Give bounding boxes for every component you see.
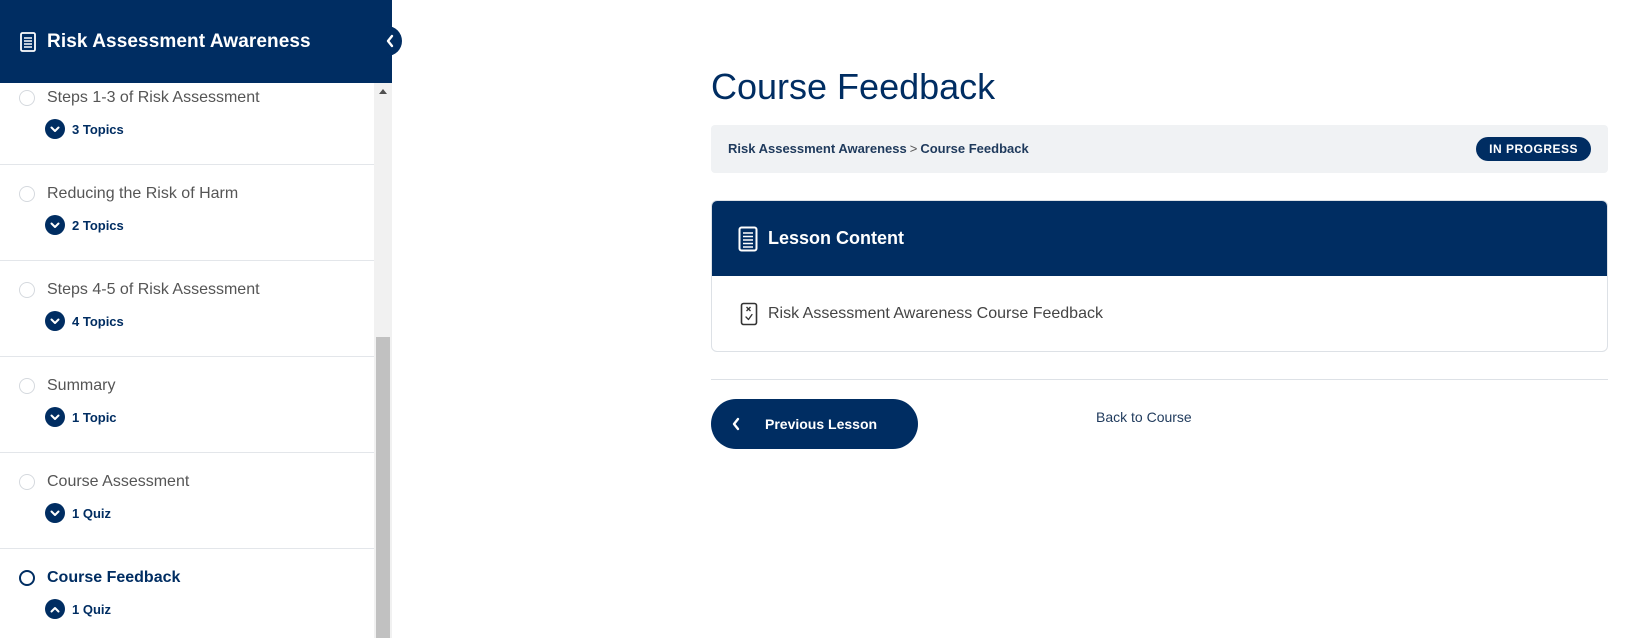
lesson-list: Steps 1-3 of Risk Assessment 3 Topics Re… (0, 83, 374, 638)
topics-toggle[interactable]: 1 Topic (45, 407, 117, 427)
lesson-row[interactable]: Course Assessment (19, 473, 189, 491)
lesson-item[interactable]: Steps 1-3 of Risk Assessment 3 Topics (0, 83, 374, 165)
back-to-course-link[interactable]: Back to Course (1096, 409, 1192, 425)
lesson-label[interactable]: Steps 1-3 of Risk Assessment (47, 89, 260, 107)
chevron-down-icon (45, 311, 65, 331)
lesson-label[interactable]: Summary (47, 377, 115, 395)
scroll-up-arrow-icon[interactable] (374, 83, 392, 100)
collapse-sidebar-button[interactable] (377, 26, 402, 56)
chevron-down-icon (45, 503, 65, 523)
topics-count: 3 Topics (72, 121, 124, 137)
breadcrumb-bar: Risk Assessment Awareness > Course Feedbac… (711, 125, 1608, 173)
lesson-status-radio (19, 378, 35, 394)
chevron-left-icon (386, 34, 393, 48)
lesson-status-radio (19, 570, 35, 586)
lesson-content-title: Lesson Content (768, 228, 905, 248)
document-icon (738, 226, 758, 251)
lesson-row[interactable]: Reducing the Risk of Harm (19, 185, 238, 203)
course-sidebar: Risk Assessment Awareness Steps 1-3 of R… (0, 0, 402, 638)
lesson-content-item-label[interactable]: Risk Assessment Awareness Course Feedbac… (768, 305, 1103, 323)
lesson-content-card: Lesson Content Risk Assessment Awareness… (711, 200, 1608, 352)
lesson-status-radio (19, 90, 35, 106)
lesson-item-active[interactable]: Course Feedback 1 Quiz (0, 549, 374, 638)
sidebar-scrollbar[interactable] (374, 83, 392, 638)
lesson-label[interactable]: Reducing the Risk of Harm (47, 185, 238, 203)
sidebar-title: Risk Assessment Awareness (47, 30, 311, 52)
lesson-status-radio (19, 282, 35, 298)
topics-toggle[interactable]: 1 Quiz (45, 599, 111, 619)
lesson-row[interactable]: Steps 4-5 of Risk Assessment (19, 281, 260, 299)
breadcrumb-current-link[interactable]: Course Feedback (920, 141, 1028, 156)
status-badge: IN PROGRESS (1476, 137, 1591, 161)
topics-toggle[interactable]: 4 Topics (45, 311, 124, 331)
previous-lesson-label: Previous Lesson (765, 416, 878, 432)
topics-count: 2 Topics (72, 217, 124, 233)
chevron-up-icon (45, 599, 65, 619)
lesson-item[interactable]: Reducing the Risk of Harm 2 Topics (0, 165, 374, 261)
scrollbar-thumb[interactable] (376, 337, 390, 638)
lesson-content-header: Lesson Content (712, 201, 1607, 276)
topics-toggle[interactable]: 3 Topics (45, 119, 124, 139)
lesson-status-radio (19, 186, 35, 202)
topics-count: 1 Quiz (72, 505, 112, 521)
lesson-row[interactable]: Steps 1-3 of Risk Assessment (19, 89, 260, 107)
lesson-row[interactable]: Course Feedback (19, 569, 180, 587)
chevron-down-icon (45, 407, 65, 427)
chevron-down-icon (45, 215, 65, 235)
breadcrumb-course-link[interactable]: Risk Assessment Awareness (728, 141, 907, 156)
lesson-item[interactable]: Summary 1 Topic (0, 357, 374, 453)
divider (711, 379, 1608, 380)
quiz-icon (740, 302, 758, 326)
topics-count: 4 Topics (72, 313, 124, 329)
lesson-content-item[interactable]: Risk Assessment Awareness Course Feedbac… (712, 276, 1607, 351)
lesson-label[interactable]: Course Assessment (47, 473, 189, 491)
lesson-label[interactable]: Course Feedback (47, 569, 180, 587)
document-icon (20, 31, 36, 52)
previous-lesson-button[interactable]: Previous Lesson (711, 399, 918, 449)
page-title: Course Feedback (711, 66, 996, 107)
lesson-label[interactable]: Steps 4-5 of Risk Assessment (47, 281, 260, 299)
breadcrumb-separator: > (909, 141, 918, 156)
chevron-down-icon (45, 119, 65, 139)
topics-toggle[interactable]: 1 Quiz (45, 503, 111, 523)
lesson-status-radio (19, 474, 35, 490)
lesson-item[interactable]: Course Assessment 1 Quiz (0, 453, 374, 549)
breadcrumb: Risk Assessment Awareness > Course Feedbac… (728, 141, 1029, 156)
topics-count: 1 Quiz (72, 601, 112, 617)
topics-count: 1 Topic (72, 409, 117, 425)
topics-toggle[interactable]: 2 Topics (45, 215, 124, 235)
lesson-row[interactable]: Summary (19, 377, 115, 395)
lesson-item[interactable]: Steps 4-5 of Risk Assessment 4 Topics (0, 261, 374, 357)
sidebar-header: Risk Assessment Awareness (0, 0, 392, 83)
chevron-left-icon (732, 417, 740, 431)
